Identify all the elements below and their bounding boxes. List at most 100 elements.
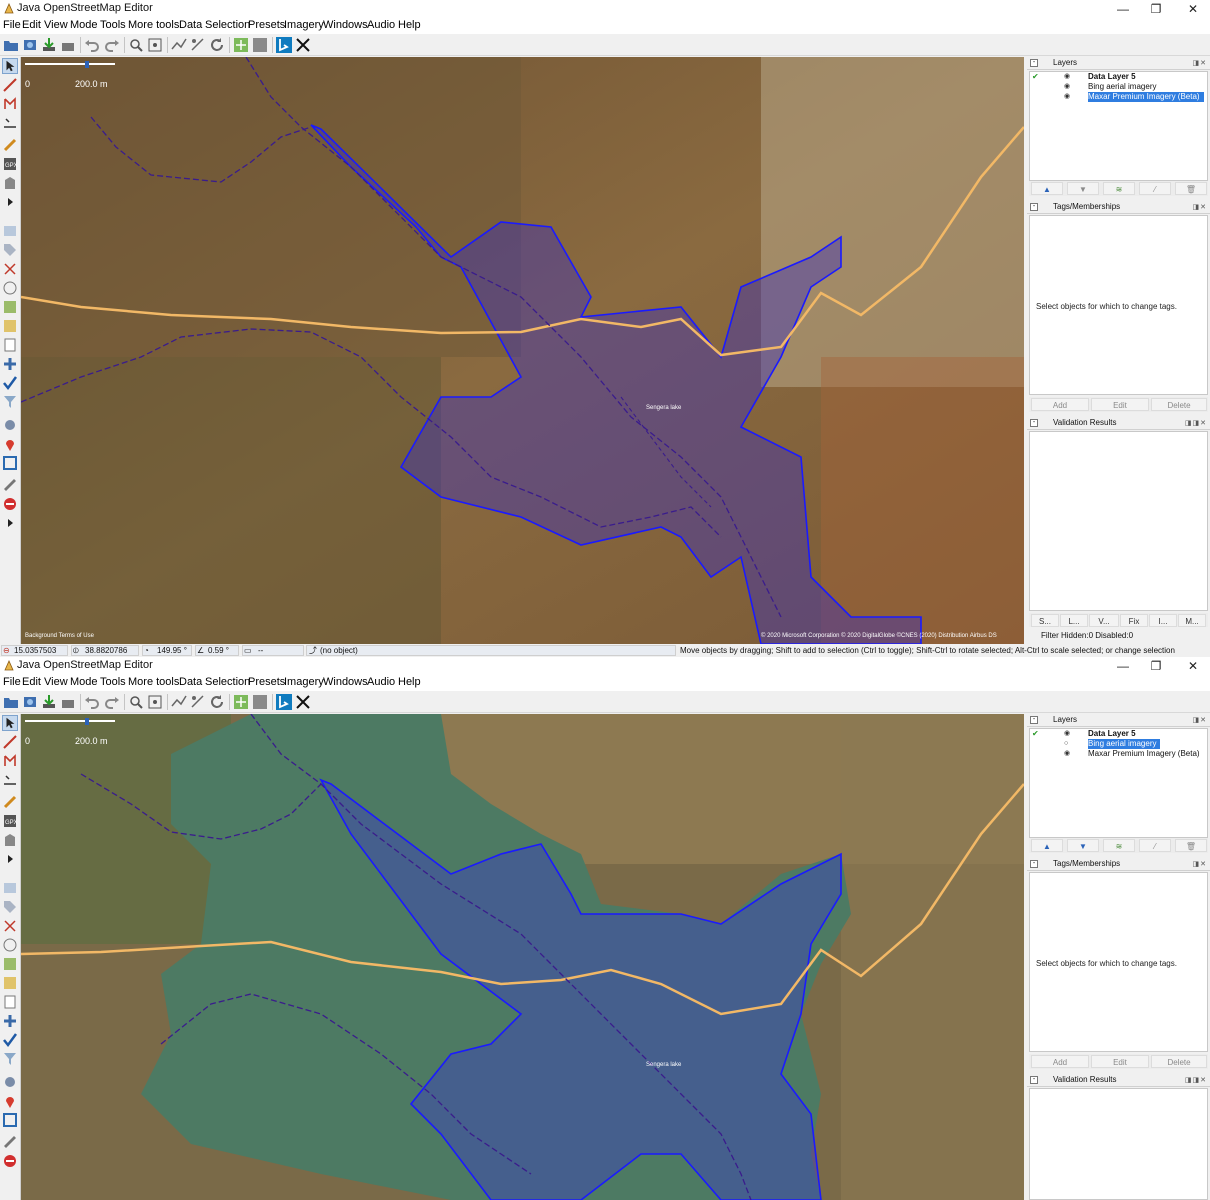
delete-mode-icon[interactable]: [2, 115, 18, 131]
menu-presets[interactable]: Presets: [248, 676, 285, 688]
toggle-dialogs-icon[interactable]: [2, 880, 18, 896]
download-data-icon[interactable]: [41, 37, 57, 53]
menu-more-tools[interactable]: More tools: [128, 19, 179, 31]
pin-icon[interactable]: [2, 436, 18, 452]
conflict-icon[interactable]: [2, 1013, 18, 1029]
layer-row-data-layer[interactable]: ✔ ◉ Data Layer 5: [1030, 729, 1207, 739]
imagery-offset-icon[interactable]: [233, 694, 249, 710]
target-icon[interactable]: [2, 455, 18, 471]
panel-window-buttons[interactable]: ◨✕: [1193, 59, 1207, 67]
upload-icon[interactable]: [60, 37, 76, 53]
duplicate-layer-icon[interactable]: ⁄: [1139, 182, 1171, 195]
panel-window-buttons[interactable]: ◨◨✕: [1185, 1076, 1207, 1084]
menu-windows[interactable]: Windows: [323, 676, 368, 688]
align-icon[interactable]: [190, 37, 206, 53]
menu-tools[interactable]: Tools: [100, 19, 126, 31]
expand-arrow-icon[interactable]: [2, 194, 18, 210]
gps-icon[interactable]: GPX: [2, 813, 18, 829]
visibility-eye-icon[interactable]: ◉: [1064, 72, 1070, 82]
collapse-toggle[interactable]: -: [1030, 1076, 1038, 1084]
cog-icon[interactable]: [2, 417, 18, 433]
map-canvas[interactable]: [21, 714, 1024, 1200]
cog-icon[interactable]: [2, 1074, 18, 1090]
menu-selection[interactable]: Selection: [205, 19, 250, 31]
map-paint-icon[interactable]: [2, 975, 18, 991]
delete-tag-button[interactable]: Delete: [1151, 398, 1207, 411]
conflict-icon[interactable]: [2, 356, 18, 372]
menu-audio[interactable]: Audio: [367, 19, 395, 31]
history-icon[interactable]: [2, 280, 18, 296]
pin-icon[interactable]: [2, 1093, 18, 1109]
tab-layers[interactable]: L...: [1060, 614, 1088, 627]
tab-fix[interactable]: Fix: [1120, 614, 1148, 627]
menu-more-tools[interactable]: More tools: [128, 676, 179, 688]
tag-icon[interactable]: [2, 242, 18, 258]
menu-file[interactable]: File: [3, 19, 21, 31]
edit-tag-button[interactable]: Edit: [1091, 1055, 1149, 1068]
menu-audio[interactable]: Audio: [367, 676, 395, 688]
minimize-button[interactable]: —: [1106, 657, 1140, 675]
menu-data[interactable]: Data: [179, 676, 202, 688]
layers-panel-header[interactable]: - Layers ◨✕: [1027, 714, 1210, 727]
menu-view[interactable]: View: [44, 19, 68, 31]
notes-icon[interactable]: [2, 994, 18, 1010]
delete-mode-icon[interactable]: [2, 772, 18, 788]
menu-edit[interactable]: Edit: [22, 19, 41, 31]
expand-arrow-icon[interactable]: [2, 515, 18, 531]
upload-icon[interactable]: [60, 694, 76, 710]
collapse-toggle[interactable]: -: [1030, 203, 1038, 211]
relation-icon[interactable]: [2, 261, 18, 277]
menu-tools[interactable]: Tools: [100, 676, 126, 688]
redo-icon[interactable]: [104, 694, 120, 710]
edit-tag-button[interactable]: Edit: [1091, 398, 1149, 411]
tags-panel-header[interactable]: - Tags/Memberships ◨✕: [1027, 201, 1210, 214]
collapse-toggle[interactable]: -: [1030, 419, 1038, 427]
menu-selection[interactable]: Selection: [205, 676, 250, 688]
layer-row-bing[interactable]: ◉ Bing aerial imagery: [1030, 82, 1207, 92]
menu-imagery[interactable]: Imagery: [284, 676, 324, 688]
no-entry-icon[interactable]: [2, 1153, 18, 1169]
terms-of-use-link[interactable]: Background Terms of Use: [25, 633, 94, 639]
bing-icon[interactable]: [276, 37, 292, 53]
panel-window-buttons[interactable]: ◨✕: [1193, 860, 1207, 868]
tab-ignore[interactable]: I...: [1149, 614, 1177, 627]
add-tag-button[interactable]: Add: [1031, 1055, 1089, 1068]
notes-icon[interactable]: [2, 337, 18, 353]
changeset-icon[interactable]: [2, 956, 18, 972]
filter-icon[interactable]: [2, 1051, 18, 1067]
menu-mode[interactable]: Mode: [70, 19, 98, 31]
map-canvas[interactable]: [21, 57, 1024, 644]
menu-mode[interactable]: Mode: [70, 676, 98, 688]
filter-icon[interactable]: [2, 394, 18, 410]
tab-more[interactable]: M...: [1178, 614, 1206, 627]
validator-icon[interactable]: [2, 375, 18, 391]
menu-presets[interactable]: Presets: [248, 19, 285, 31]
expand-arrow-icon[interactable]: [2, 851, 18, 867]
select-mode-icon[interactable]: [2, 58, 18, 74]
bing-icon[interactable]: [276, 694, 292, 710]
move-down-icon[interactable]: ▼: [1067, 182, 1099, 195]
tag-icon[interactable]: [2, 899, 18, 915]
menu-file[interactable]: File: [3, 676, 21, 688]
layer-row-maxar[interactable]: ◉ Maxar Premium Imagery (Beta): [1030, 92, 1207, 102]
map-view[interactable]: 0 200.0 m Sengera lake: [21, 714, 1024, 1200]
simplify-way-icon[interactable]: [171, 37, 187, 53]
maxar-icon[interactable]: [295, 37, 311, 53]
add-tag-button[interactable]: Add: [1031, 398, 1089, 411]
visibility-eye-icon[interactable]: ◉: [1064, 92, 1070, 102]
undo-icon[interactable]: [84, 37, 100, 53]
relation-icon[interactable]: [2, 918, 18, 934]
draw-mode-icon[interactable]: [2, 77, 18, 93]
refresh-icon[interactable]: [209, 37, 225, 53]
visibility-eye-icon[interactable]: ○: [1064, 739, 1068, 749]
maximize-button[interactable]: ❐: [1139, 657, 1173, 675]
layer-row-bing[interactable]: ○ Bing aerial imagery: [1030, 739, 1207, 749]
layer-adjust-icon[interactable]: [252, 694, 268, 710]
no-entry-icon[interactable]: [2, 496, 18, 512]
menu-data[interactable]: Data: [179, 19, 202, 31]
align-icon[interactable]: [190, 694, 206, 710]
zoom-to-data-icon[interactable]: [128, 37, 144, 53]
menu-imagery[interactable]: Imagery: [284, 19, 324, 31]
ruler-icon[interactable]: [2, 477, 18, 493]
open-file-icon[interactable]: [3, 37, 19, 53]
